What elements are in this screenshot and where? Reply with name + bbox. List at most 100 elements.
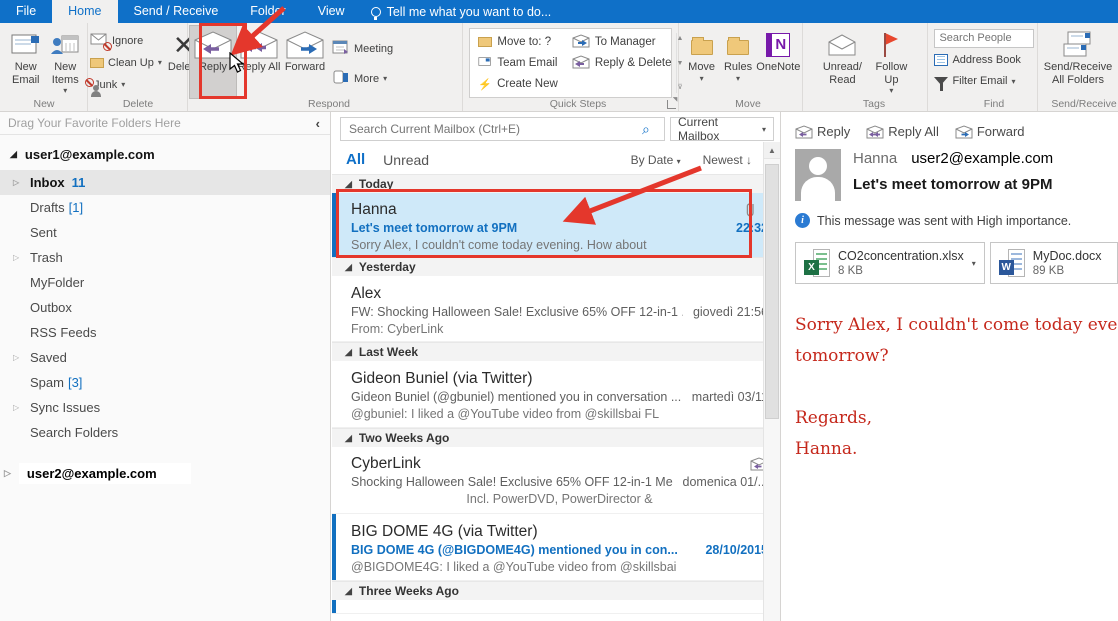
ribbon-group-respond: Reply Reply All Forward Meeting <box>188 23 463 111</box>
dropdown-caret-icon: ▾ <box>700 74 704 83</box>
folder-label: Trash <box>30 250 63 265</box>
body-line: Regards, <box>795 403 1118 434</box>
email-preview: @BIGDOME4G: I liked a @YouTube video fro… <box>351 559 768 576</box>
tab-folder[interactable]: Folder <box>234 0 301 23</box>
sidebar-item-trash[interactable]: ▷ Trash <box>0 245 330 270</box>
forward-button[interactable]: Forward <box>282 26 328 74</box>
junk-button[interactable]: Junk ▾ <box>90 74 162 95</box>
group-header-today[interactable]: ◢ Today <box>332 174 780 193</box>
sidebar-item-drafts[interactable]: Drafts [1] <box>0 195 330 220</box>
new-items-button[interactable]: New Items ▾ <box>46 26 86 95</box>
folder-label: Sent <box>30 225 57 240</box>
sidebar-item-spam[interactable]: Spam [3] <box>0 370 330 395</box>
unread-read-icon <box>827 29 857 61</box>
email-row-alex[interactable]: Alex FW: Shocking Halloween Sale! Exclus… <box>332 276 780 342</box>
quick-step-reply-delete[interactable]: Reply & Delete <box>572 54 672 72</box>
sort-order-toggle[interactable]: Newest ↓ <box>703 153 752 167</box>
new-email-button[interactable]: New Email <box>6 26 46 86</box>
reply-all-button[interactable]: Reply All <box>236 26 282 74</box>
meeting-button[interactable]: Meeting <box>332 38 393 59</box>
attachment-card-xlsx[interactable]: X CO2concentration.xlsx 8 KB ▾ <box>795 242 985 284</box>
filter-all-tab[interactable]: All <box>346 151 365 168</box>
info-bar: i This message was sent with High import… <box>795 213 1118 228</box>
follow-up-button[interactable]: Follow Up ▾ <box>868 26 914 95</box>
email-row-cyberlink[interactable]: CyberLink Shocking Halloween Sale! Exclu… <box>332 447 780 514</box>
new-email-icon <box>11 29 41 61</box>
attachment-card-docx[interactable]: W MyDoc.docx 89 KB <box>990 242 1118 284</box>
sidebar-item-outbox[interactable]: Outbox <box>0 295 330 320</box>
send-receive-icon <box>1060 29 1096 61</box>
folder-label: Sync Issues <box>30 400 100 415</box>
clean-up-button[interactable]: Clean Up ▾ <box>90 52 162 73</box>
sidebar-item-rss-feeds[interactable]: RSS Feeds <box>0 320 330 345</box>
group-header-three-weeks[interactable]: ◢ Three Weeks Ago <box>332 581 780 600</box>
tell-me-box[interactable]: Tell me what you want to do... <box>361 0 562 23</box>
sidebar-item-inbox[interactable]: ▷ Inbox 11 <box>0 170 330 195</box>
quick-step-create-new[interactable]: ⚡ Create New <box>478 75 557 93</box>
folder-pane: Drag Your Favorite Folders Here ‹ ◢ user… <box>0 112 331 621</box>
email-row-hanna[interactable]: Hanna ! Let's meet tomorrow at 9PM 22:32… <box>332 193 780 257</box>
expand-arrow-icon: ▷ <box>13 403 19 412</box>
email-preview: Sorry Alex, I couldn't come today evenin… <box>351 237 768 254</box>
email-row-partial[interactable] <box>332 600 780 614</box>
reply-link[interactable]: Reply <box>795 124 850 139</box>
onenote-button[interactable]: N OneNote <box>756 26 800 74</box>
ignore-button[interactable]: Ignore <box>90 30 162 51</box>
unread-indicator-bar <box>332 193 336 257</box>
sidebar-item-saved[interactable]: ▷ Saved <box>0 345 330 370</box>
dropdown-caret-icon: ▾ <box>736 74 740 83</box>
search-people-input[interactable] <box>934 29 1034 48</box>
email-subject: Shocking Halloween Sale! Exclusive 65% O… <box>351 474 673 491</box>
scrollbar-thumb[interactable] <box>765 164 779 419</box>
tab-send-receive[interactable]: Send / Receive <box>118 0 235 23</box>
forward-link[interactable]: Forward <box>955 124 1025 139</box>
group-header-last-week[interactable]: ◢ Last Week <box>332 342 780 361</box>
reply-button[interactable]: Reply <box>190 26 236 98</box>
reply-all-link[interactable]: Reply All <box>866 124 939 139</box>
quick-step-team-email[interactable]: Team Email <box>478 54 557 72</box>
scroll-up-icon[interactable]: ▲ <box>764 142 780 159</box>
group-header-yesterday[interactable]: ◢ Yesterday <box>332 257 780 276</box>
dropdown-caret-icon: ▾ <box>1011 77 1015 86</box>
tab-home[interactable]: Home <box>52 0 117 23</box>
sidebar-item-search-folders[interactable]: Search Folders <box>0 420 330 445</box>
email-row-gideon[interactable]: Gideon Buniel (via Twitter) Gideon Bunie… <box>332 361 780 428</box>
move-button[interactable]: Move ▾ <box>683 26 719 83</box>
sidebar-item-sync-issues[interactable]: ▷ Sync Issues <box>0 395 330 420</box>
unread-read-button[interactable]: Unread/ Read <box>816 26 868 86</box>
mailbox-scope-dropdown[interactable]: Current Mailbox ▾ <box>670 117 774 141</box>
search-mailbox-input[interactable] <box>340 117 665 141</box>
group-header-two-weeks[interactable]: ◢ Two Weeks Ago <box>332 428 780 447</box>
address-book-button[interactable]: Address Book <box>934 50 1035 71</box>
account1-header[interactable]: ◢ user1@example.com <box>0 135 330 170</box>
dialog-launcher-icon[interactable] <box>667 100 676 109</box>
filter-unread-tab[interactable]: Unread <box>383 152 429 168</box>
attachment-dropdown-icon[interactable]: ▾ <box>972 259 976 268</box>
send-receive-button[interactable]: Send/Receive All Folders <box>1040 26 1116 86</box>
email-row-big-dome[interactable]: BIG DOME 4G (via Twitter) BIG DOME 4G (@… <box>332 514 780 581</box>
email-subject: FW: Shocking Halloween Sale! Exclusive 6… <box>351 304 683 321</box>
list-scrollbar[interactable]: ▲ <box>763 142 780 621</box>
address-book-icon <box>934 54 948 66</box>
email-time: 28/10/2015 <box>705 542 768 559</box>
folder-label: Saved <box>30 350 67 365</box>
quick-step-to-manager[interactable]: To Manager <box>572 33 672 51</box>
favorites-drop-zone[interactable]: Drag Your Favorite Folders Here ‹ <box>0 112 330 135</box>
email-preview: From: CyberLink <box>351 321 768 338</box>
filter-email-button[interactable]: Filter Email ▾ <box>934 71 1035 92</box>
search-icon[interactable]: ⌕ <box>642 121 650 138</box>
tab-file[interactable]: File <box>0 0 52 23</box>
new-items-icon <box>50 29 80 61</box>
more-button[interactable]: More ▾ <box>332 68 393 89</box>
tab-view[interactable]: View <box>302 0 361 23</box>
reading-pane: Reply Reply All Forward Hanna user2@exam… <box>782 112 1118 621</box>
rules-button[interactable]: Rules ▾ <box>720 26 756 83</box>
collapse-pane-icon[interactable]: ‹ <box>316 116 320 131</box>
sidebar-item-sent[interactable]: Sent <box>0 220 330 245</box>
account2-header[interactable]: ▷ user2@example.com <box>4 463 330 484</box>
email-time: martedì 03/11 <box>692 389 768 406</box>
sidebar-item-myfolder[interactable]: MyFolder <box>0 270 330 295</box>
quick-step-move-to[interactable]: Move to: ? <box>478 33 557 51</box>
attachment-name: CO2concentration.xlsx <box>838 248 964 264</box>
sort-by-dropdown[interactable]: By Date ▾ <box>631 153 681 167</box>
